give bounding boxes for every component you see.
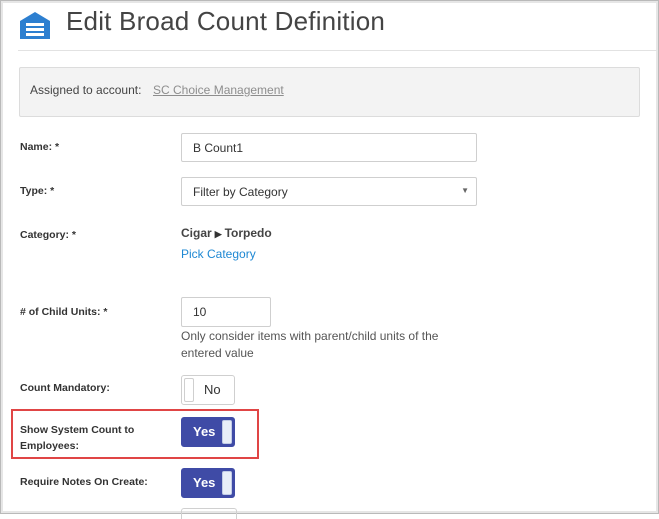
header-divider	[18, 50, 657, 51]
child-units-help-line1: Only consider items with parent/child un…	[181, 329, 439, 343]
category-parent: Cigar	[181, 226, 212, 240]
require-notes-label: Require Notes On Create:	[20, 476, 148, 488]
count-mandatory-toggle[interactable]: No	[181, 375, 235, 405]
type-select[interactable]: Filter by Category ▼	[181, 177, 477, 206]
require-notes-toggle[interactable]: Yes	[181, 468, 235, 498]
dropdown-caret-icon: ▼	[461, 186, 469, 195]
name-input[interactable]: B Count1	[181, 133, 477, 162]
child-units-help: Only consider items with parent/child un…	[181, 328, 471, 362]
child-units-input[interactable]: 10	[181, 297, 271, 327]
child-units-label: # of Child Units: *	[20, 306, 108, 318]
toggle-knob	[222, 471, 232, 495]
assigned-account-label: Assigned to account:	[30, 83, 142, 97]
caret-right-icon: ▶	[214, 229, 222, 239]
account-info-panel: Assigned to account: SC Choice Managemen…	[19, 67, 640, 117]
category-child: Torpedo	[224, 226, 272, 240]
count-mandatory-toggle-text: No	[204, 382, 221, 397]
child-units-help-line2: entered value	[181, 346, 254, 360]
highlight-box	[11, 409, 259, 459]
category-label: Category: *	[20, 229, 77, 241]
page-title: Edit Broad Count Definition	[66, 6, 386, 36]
inventory-box-icon	[20, 12, 50, 39]
account-link[interactable]: SC Choice Management	[153, 83, 284, 97]
type-select-value: Filter by Category	[193, 185, 288, 199]
name-label: Name: *	[20, 141, 60, 153]
pick-category-link[interactable]: Pick Category	[181, 247, 256, 261]
require-notes-toggle-text: Yes	[193, 475, 216, 490]
toggle-knob	[184, 378, 194, 402]
count-mandatory-label: Count Mandatory:	[20, 382, 110, 394]
type-label: Type: *	[20, 185, 55, 197]
category-path: Cigar ▶ Torpedo	[181, 226, 272, 240]
